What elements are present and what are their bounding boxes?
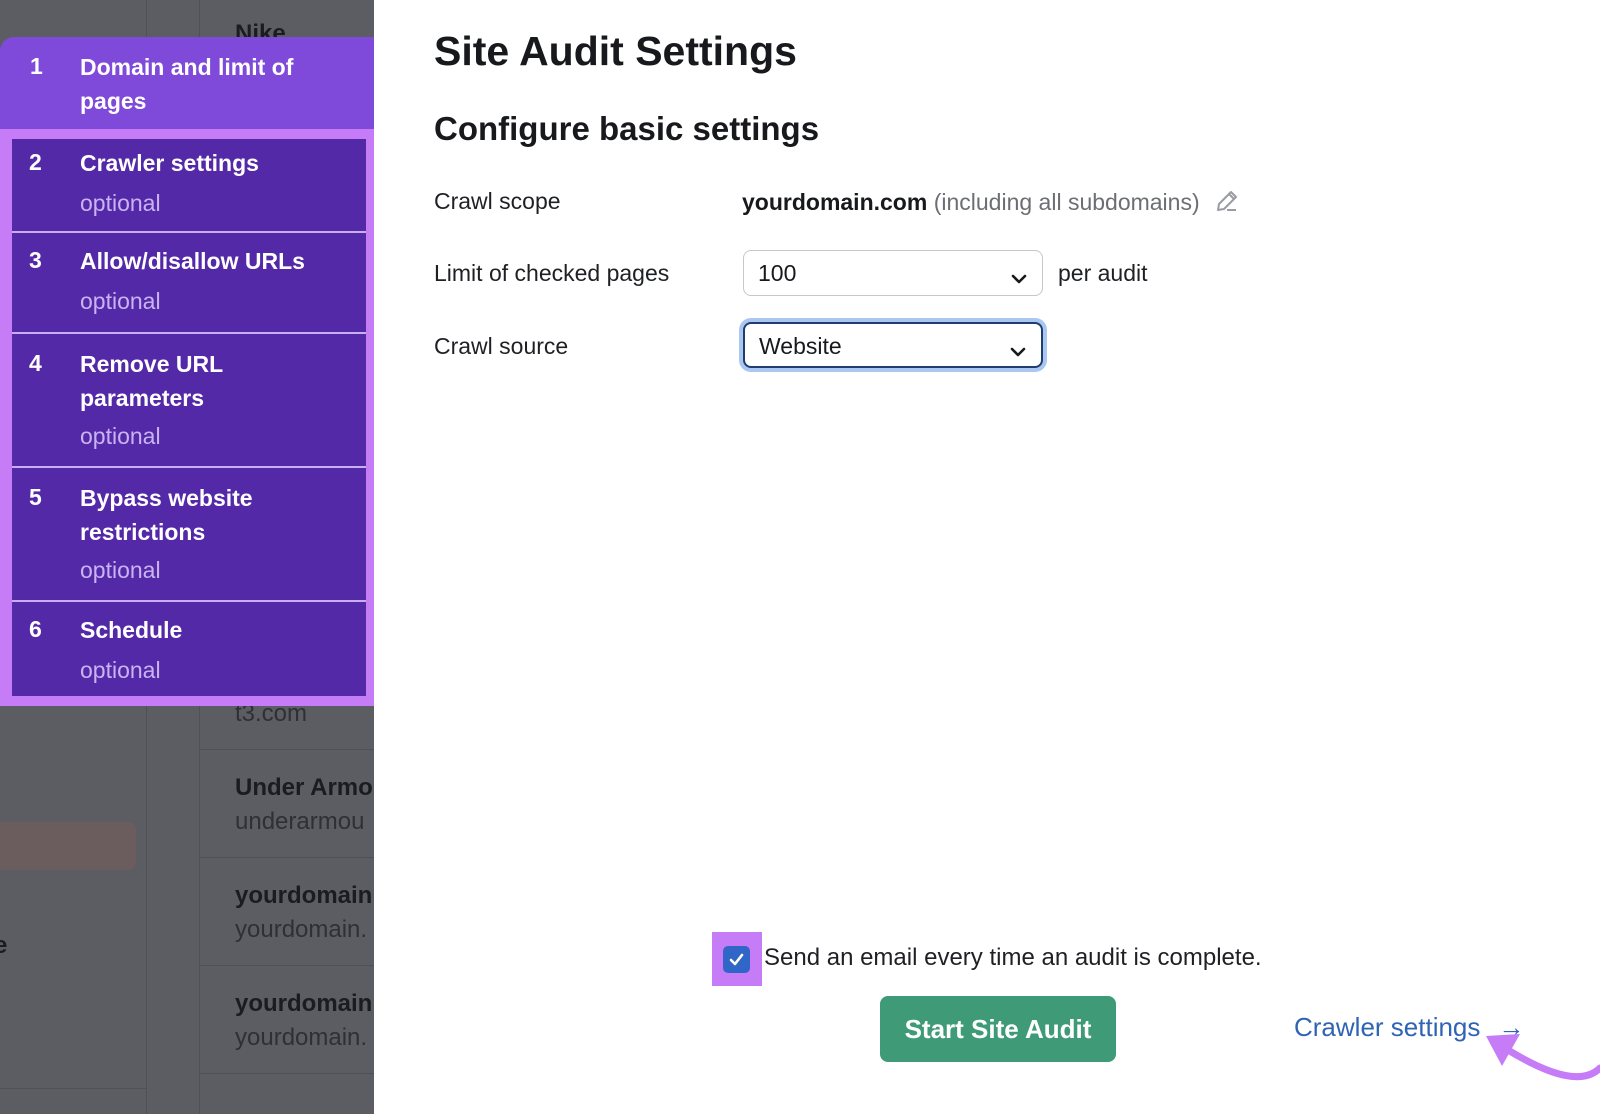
- step-schedule[interactable]: 6 Schedule optional: [12, 602, 366, 696]
- chevron-down-icon: [1009, 338, 1027, 365]
- crawl-scope-domain: yourdomain.com: [742, 189, 928, 216]
- checkbox-highlight: [712, 932, 762, 986]
- step-optional-label: optional: [80, 557, 161, 583]
- pencil-icon[interactable]: [1214, 188, 1240, 220]
- settings-panel: Site Audit Settings Configure basic sett…: [374, 0, 1600, 1114]
- list-item: Nike: [200, 0, 374, 47]
- background-highlight-bar: [0, 822, 136, 870]
- step-title: Crawler settings: [80, 150, 259, 176]
- steps-sidebar: 1 Domain and limit of pages 2 Crawler se…: [0, 37, 378, 706]
- step-number: 1: [30, 53, 43, 79]
- next-step-label: Crawler settings: [1294, 1012, 1481, 1042]
- list-item: yourdomain yourdomain.: [200, 858, 374, 966]
- step-number: 6: [29, 616, 42, 642]
- crawl-scope-value: yourdomain.com (including all subdomains…: [742, 188, 1240, 220]
- limit-label: Limit of checked pages: [434, 260, 670, 286]
- step-optional-label: optional: [80, 288, 161, 314]
- page-title: Site Audit Settings: [434, 28, 797, 74]
- step-crawler-settings[interactable]: 2 Crawler settings optional: [12, 139, 366, 233]
- step-title: Domain and limit of pages: [80, 54, 294, 114]
- per-audit-suffix: per audit: [1058, 260, 1148, 286]
- step-title: Bypass website restrictions: [80, 485, 253, 545]
- crawl-scope-label: Crawl scope: [434, 188, 561, 214]
- step-number: 5: [29, 484, 42, 510]
- checkmark-icon: [729, 953, 744, 966]
- crawl-source-value: Website: [759, 333, 842, 359]
- step-number: 4: [29, 350, 42, 376]
- list-item: yourdomain yourdomain.: [200, 966, 374, 1074]
- optional-steps-highlight: 2 Crawler settings optional 3 Allow/disa…: [0, 129, 378, 706]
- limit-pages-select[interactable]: 100: [743, 250, 1043, 296]
- background-text-fragment: e: [0, 932, 8, 959]
- annotation-arrow-icon: [1486, 1034, 1600, 1081]
- step-optional-label: optional: [80, 190, 161, 216]
- step-number: 2: [29, 149, 42, 175]
- email-notification-label[interactable]: Send an email every time an audit is com…: [764, 944, 1262, 972]
- step-allow-disallow-urls[interactable]: 3 Allow/disallow URLs optional: [12, 233, 366, 334]
- step-bypass-website-restrictions[interactable]: 5 Bypass website restrictions optional: [12, 468, 366, 602]
- step-title: Allow/disallow URLs: [80, 248, 305, 274]
- limit-pages-value: 100: [758, 260, 797, 286]
- list-item: Under Armo underarmou: [200, 750, 374, 858]
- email-notification-checkbox[interactable]: [723, 946, 750, 973]
- crawl-source-select[interactable]: Website: [743, 322, 1043, 368]
- step-number: 3: [29, 247, 42, 273]
- step-optional-label: optional: [80, 657, 161, 683]
- step-title: Remove URL parameters: [80, 351, 223, 411]
- step-optional-label: optional: [80, 423, 161, 449]
- background-divider: [0, 1088, 146, 1089]
- crawl-source-label: Crawl source: [434, 333, 569, 359]
- start-site-audit-button[interactable]: Start Site Audit: [880, 996, 1116, 1062]
- step-title: Schedule: [80, 617, 183, 643]
- step-remove-url-parameters[interactable]: 4 Remove URL parameters optional: [12, 334, 366, 468]
- step-domain-and-limit[interactable]: 1 Domain and limit of pages: [0, 37, 374, 129]
- section-title: Configure basic settings: [434, 110, 820, 147]
- chevron-down-icon: [1010, 265, 1028, 292]
- crawl-scope-note: (including all subdomains): [933, 189, 1200, 216]
